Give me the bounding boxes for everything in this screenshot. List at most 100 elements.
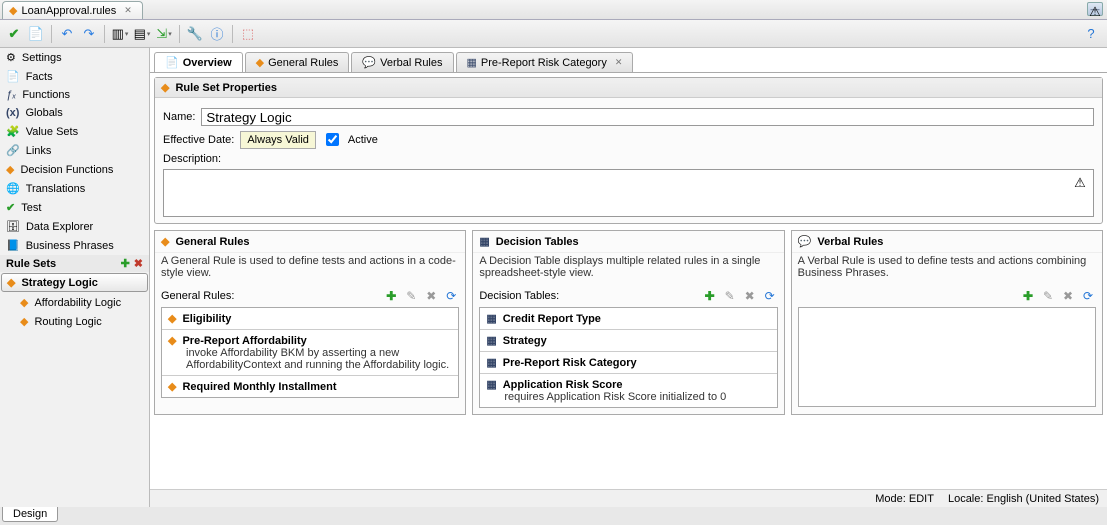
- sidebar-item-value-sets[interactable]: 🧩Value Sets: [0, 122, 149, 141]
- separator: [51, 25, 52, 43]
- tools-dropdown[interactable]: ⇲: [154, 24, 174, 44]
- separator: [104, 25, 105, 43]
- doc-button[interactable]: 📄: [26, 24, 46, 44]
- rule-sets-header: Rule Sets ✚ ✖: [0, 255, 149, 272]
- item-title: Eligibility: [182, 313, 231, 325]
- close-icon[interactable]: ✕: [124, 5, 132, 16]
- design-tab[interactable]: Design: [2, 507, 58, 522]
- active-checkbox[interactable]: [326, 133, 339, 146]
- validate-button[interactable]: ✔: [4, 24, 24, 44]
- decision-icon: ◆: [6, 163, 14, 176]
- ruleset-label: Strategy Logic: [21, 277, 97, 289]
- mode-value: EDIT: [909, 493, 934, 505]
- tab-close-icon[interactable]: ✕: [615, 57, 623, 68]
- wrench-button[interactable]: 🔧: [185, 24, 205, 44]
- verbal-rules-panel: 💬 Verbal Rules A Verbal Rule is used to …: [791, 230, 1103, 415]
- decision-table-icon: ▦: [467, 56, 477, 69]
- sidebar-item-label: Business Phrases: [26, 240, 114, 252]
- general-rules-panel: ◆ General Rules A General Rule is used t…: [154, 230, 466, 415]
- list-item[interactable]: ▦Credit Report Type: [480, 308, 776, 330]
- file-tab[interactable]: ◆ LoanApproval.rules ✕: [2, 1, 143, 19]
- overview-icon: 📄: [165, 56, 179, 69]
- description-textarea[interactable]: [163, 169, 1094, 217]
- sidebar-item-label: Decision Functions: [20, 164, 113, 176]
- ruleset-label: Routing Logic: [34, 316, 101, 328]
- sidebar-item-label: Globals: [25, 107, 62, 119]
- add-rule-button[interactable]: ✚: [383, 288, 399, 304]
- general-rules-icon: ◆: [161, 235, 169, 248]
- edit-rule-button[interactable]: ✎: [403, 288, 419, 304]
- redo-button[interactable]: ↷: [79, 24, 99, 44]
- ruleset-icon: ◆: [161, 81, 169, 94]
- link-button[interactable]: ⬚: [238, 24, 258, 44]
- panel-title: Verbal Rules: [817, 236, 883, 248]
- list-item[interactable]: ▦Application Risk Score requires Applica…: [480, 374, 776, 407]
- ruleset-routing-logic[interactable]: ◆Routing Logic: [0, 312, 149, 331]
- rule-icon: ◆: [168, 312, 176, 325]
- help-button[interactable]: ?: [1081, 24, 1101, 44]
- locale-status: Locale: English (United States): [948, 493, 1099, 505]
- refresh-button[interactable]: ⟳: [1080, 288, 1096, 304]
- name-input[interactable]: [201, 108, 1094, 126]
- rules-file-icon: ◆: [9, 4, 17, 17]
- refresh-button[interactable]: ⟳: [443, 288, 459, 304]
- delete-rule-button[interactable]: ✖: [423, 288, 439, 304]
- tab-verbal-rules[interactable]: 💬 Verbal Rules: [351, 52, 453, 72]
- add-ruleset-button[interactable]: ✚: [121, 257, 130, 270]
- list-label: General Rules:: [161, 290, 234, 302]
- list-item[interactable]: ◆Pre-Report Affordability invoke Afforda…: [162, 330, 458, 376]
- delete-ruleset-button[interactable]: ✖: [134, 257, 143, 270]
- ruleset-affordability-logic[interactable]: ◆Affordability Logic: [0, 293, 149, 312]
- add-table-button[interactable]: ✚: [702, 288, 718, 304]
- sidebar-item-decision-functions[interactable]: ◆ Decision Functions: [0, 160, 149, 179]
- edit-verbal-rule-button[interactable]: ✎: [1040, 288, 1056, 304]
- book-icon: 📘: [6, 239, 20, 252]
- sidebar-item-business-phrases[interactable]: 📘 Business Phrases: [0, 236, 149, 255]
- sidebar-item-links[interactable]: 🔗Links: [0, 141, 149, 160]
- item-title: Pre-Report Affordability: [182, 335, 306, 347]
- status-bar: Mode: EDIT Locale: English (United State…: [150, 489, 1107, 507]
- sidebar-item-test[interactable]: ✔Test: [0, 198, 149, 217]
- effective-date-value[interactable]: Always Valid: [240, 131, 316, 149]
- ruleset-strategy-logic[interactable]: ◆Strategy Logic: [1, 273, 148, 292]
- list-item[interactable]: ◆ Required Monthly Installment: [162, 376, 458, 397]
- sidebar-item-label: Links: [26, 145, 52, 157]
- sidebar-item-facts[interactable]: 📄Facts: [0, 67, 149, 86]
- list-item[interactable]: ◆ Eligibility: [162, 308, 458, 330]
- mode-label: Mode:: [875, 493, 906, 505]
- delete-table-button[interactable]: ✖: [742, 288, 758, 304]
- delete-verbal-rule-button[interactable]: ✖: [1060, 288, 1076, 304]
- mode-status: Mode: EDIT: [875, 493, 934, 505]
- tab-overview[interactable]: 📄 Overview: [154, 52, 243, 72]
- sidebar-item-settings[interactable]: ⚙Settings: [0, 48, 149, 67]
- rule-icon: ◆: [168, 380, 176, 393]
- tab-pre-report-risk[interactable]: ▦ Pre-Report Risk Category ✕: [456, 52, 634, 72]
- view-dropdown[interactable]: ▤: [132, 24, 152, 44]
- item-title: Application Risk Score: [503, 379, 623, 391]
- test-icon: ✔: [6, 201, 15, 214]
- sidebar-item-globals[interactable]: (x)Globals: [0, 104, 149, 122]
- item-detail: invoke Affordability BKM by asserting a …: [168, 347, 452, 371]
- item-title: Required Monthly Installment: [182, 381, 336, 393]
- sidebar-item-translations[interactable]: 🌐Translations: [0, 179, 149, 198]
- edit-table-button[interactable]: ✎: [722, 288, 738, 304]
- sidebar-item-functions[interactable]: ƒₓFunctions: [0, 86, 149, 104]
- verbal-rules-icon: 💬: [798, 235, 812, 248]
- separator: [179, 25, 180, 43]
- tab-general-rules[interactable]: ◆ General Rules: [245, 52, 350, 72]
- sidebar-item-data-explorer[interactable]: 🗄Data Explorer: [0, 217, 149, 236]
- panel-description: A Verbal Rule is used to define tests an…: [792, 253, 1102, 285]
- info-button[interactable]: ⓘ: [207, 24, 227, 44]
- general-rules-list: ◆Eligibility ◆Pre-Report Affordability i…: [161, 307, 459, 398]
- general-rules-icon: ◆: [256, 56, 264, 69]
- effective-date-label: Effective Date:: [163, 134, 234, 146]
- add-verbal-rule-button[interactable]: ✚: [1020, 288, 1036, 304]
- item-title: Credit Report Type: [503, 313, 601, 325]
- warning-icon[interactable]: ⚠: [1072, 175, 1088, 191]
- list-item[interactable]: ▦Pre-Report Risk Category: [480, 352, 776, 374]
- list-item[interactable]: ▦Strategy: [480, 330, 776, 352]
- filter-dropdown[interactable]: ▥: [110, 24, 130, 44]
- undo-button[interactable]: ↶: [57, 24, 77, 44]
- panel-description: A General Rule is used to define tests a…: [155, 253, 465, 285]
- refresh-button[interactable]: ⟳: [762, 288, 778, 304]
